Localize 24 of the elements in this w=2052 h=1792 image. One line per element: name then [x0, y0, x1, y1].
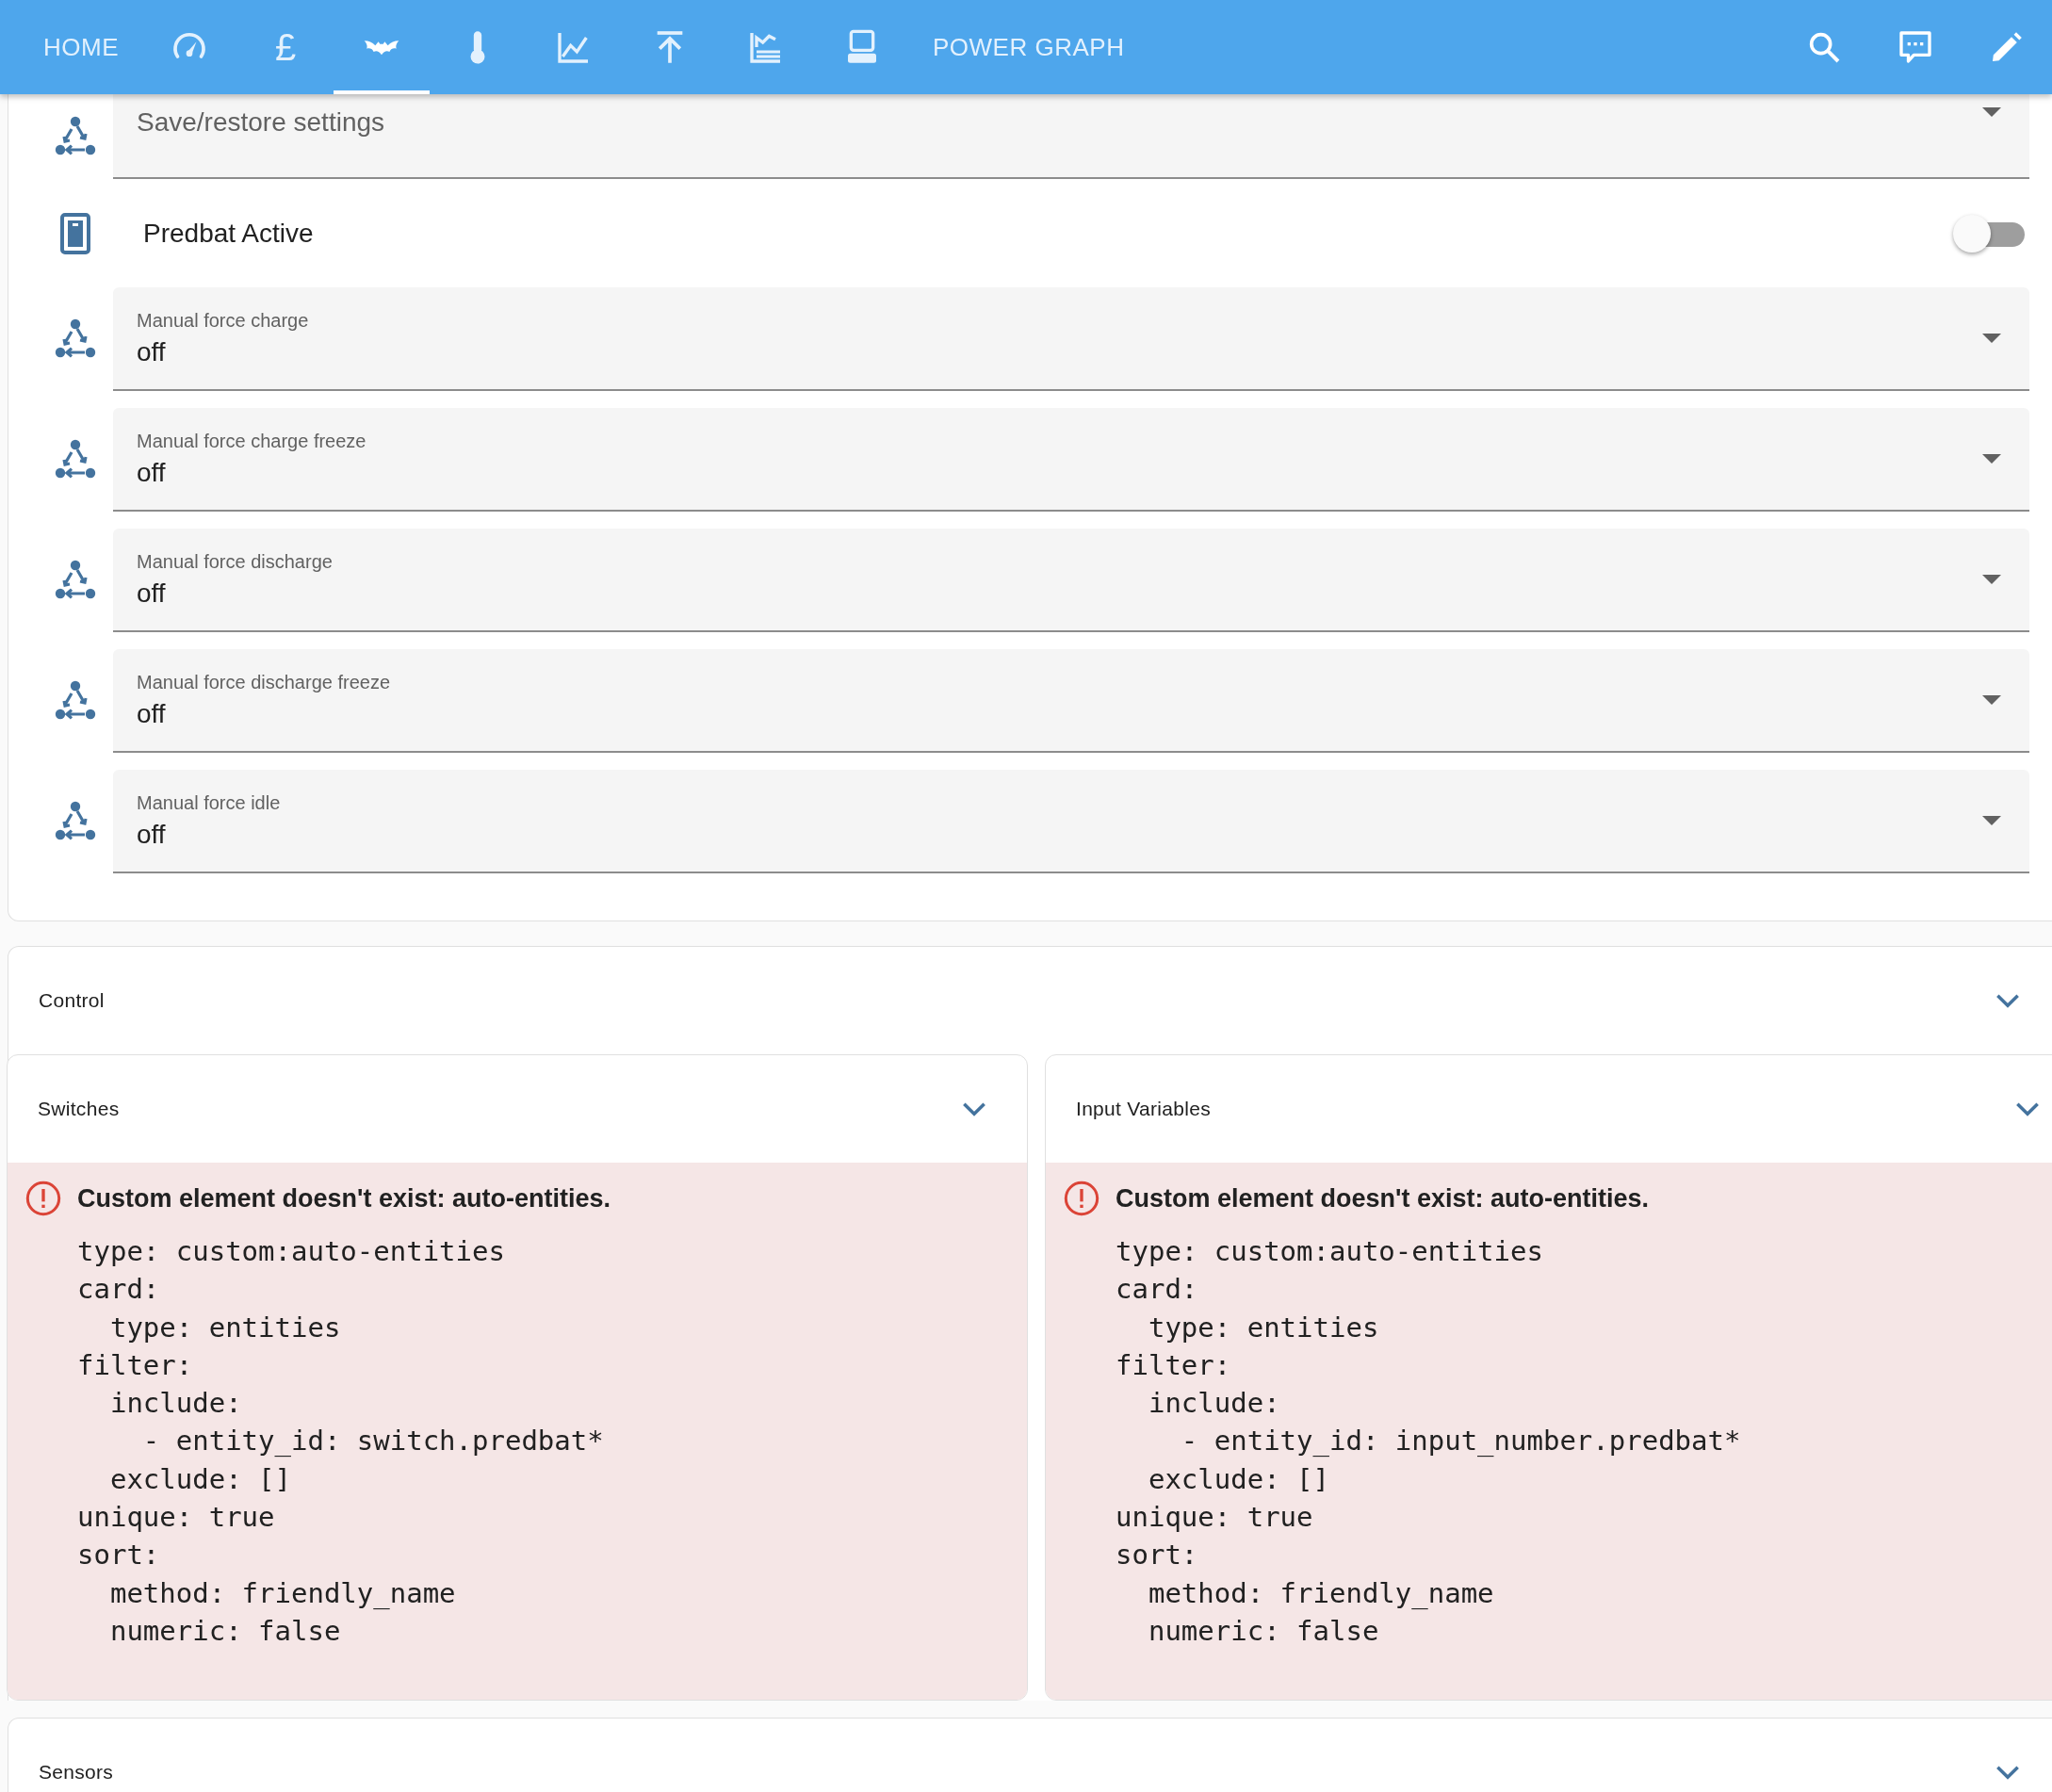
- dropdown-arrow-icon: [1982, 816, 2001, 825]
- error-icon: [24, 1180, 62, 1217]
- entity-name: Predbat Active: [142, 218, 315, 249]
- select-field[interactable]: Manual force discharge off: [113, 529, 2029, 632]
- config-code: type: custom:auto-entities card: type: entities filter: include: - entity_id: switch.predbat* exclude: [] unique: true sort: method: friendly_name numeric: false: [77, 1234, 605, 1649]
- dropdown-arrow-icon: [1982, 454, 2001, 464]
- select-field[interactable]: Manual force discharge freeze off: [113, 649, 2029, 753]
- select-field[interactable]: Manual force charge off: [113, 287, 2029, 391]
- select-field[interactable]: Manual force idle off: [113, 770, 2029, 873]
- section-title: Input Variables: [1076, 1098, 1212, 1120]
- dropdown-arrow-icon: [1982, 107, 2001, 117]
- config-code: type: custom:auto-entities card: type: entities filter: include: - entity_id: input_number.predbat* exclude: [] unique: true sort: method: friendly_name numeric: false: [1116, 1234, 1742, 1649]
- dropdown-arrow-icon: [1982, 575, 2001, 584]
- section-title: Sensors: [39, 1761, 114, 1784]
- section-title: Control: [39, 989, 105, 1012]
- select-field[interactable]: Save/restore settings: [113, 94, 2029, 179]
- error-message: Custom element doesn't exist: auto-entities.: [77, 1183, 611, 1214]
- dropdown-arrow-icon: [1982, 695, 2001, 705]
- error-icon: [1063, 1180, 1100, 1217]
- section-title: Switches: [38, 1098, 120, 1120]
- toggle-switch[interactable]: [1953, 214, 2025, 253]
- select-field[interactable]: Manual force charge freeze off: [113, 408, 2029, 512]
- dropdown-arrow-icon: [1982, 334, 2001, 343]
- error-message: Custom element doesn't exist: auto-entities.: [1116, 1183, 1649, 1214]
